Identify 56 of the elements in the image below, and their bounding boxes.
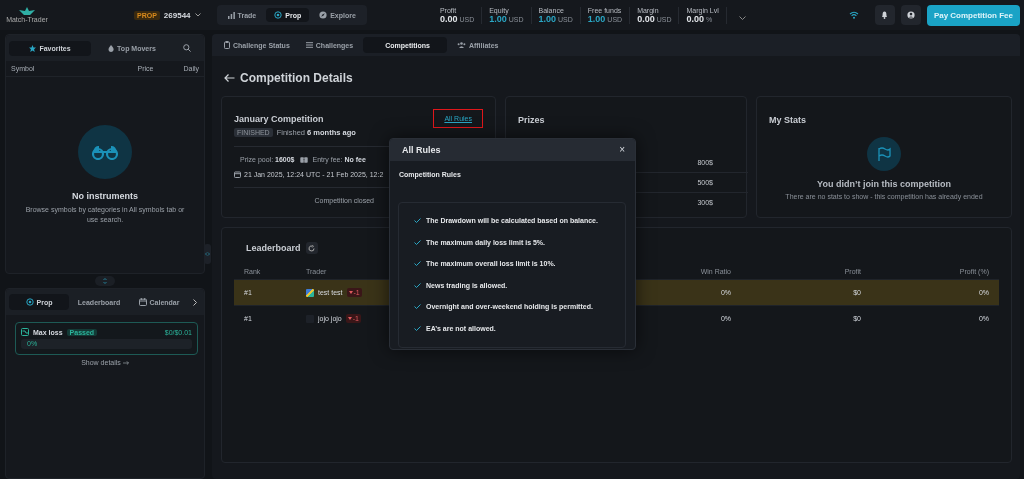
check-icon bbox=[414, 218, 421, 224]
page-title: Competition Details bbox=[240, 71, 353, 85]
resize-handle[interactable] bbox=[95, 276, 115, 286]
binoculars-icon bbox=[91, 144, 119, 161]
check-icon bbox=[414, 261, 421, 267]
clipboard-icon bbox=[224, 41, 230, 49]
card-title: My Stats bbox=[769, 115, 806, 125]
chart-icon bbox=[21, 328, 29, 336]
chevron-down-icon bbox=[738, 16, 746, 20]
card-title: Prizes bbox=[518, 115, 545, 125]
refresh-button[interactable] bbox=[305, 242, 318, 254]
check-icon bbox=[414, 325, 421, 331]
chevron-down-icon bbox=[194, 13, 201, 17]
card-title: Leaderboard bbox=[246, 243, 301, 253]
stat-value: 0.00 bbox=[686, 13, 704, 24]
flag-icon bbox=[877, 147, 891, 161]
bar-chart-icon bbox=[227, 11, 235, 19]
arrow-left-icon bbox=[223, 74, 235, 82]
stat-value: 1.00 bbox=[489, 13, 507, 24]
stat-value: 0.00 bbox=[439, 13, 458, 24]
avatar-icon bbox=[306, 288, 314, 297]
logo-icon bbox=[19, 7, 35, 16]
stat-value: 1.00 bbox=[587, 13, 606, 24]
check-icon bbox=[414, 282, 421, 288]
check-icon bbox=[414, 239, 421, 245]
collapse-handle[interactable] bbox=[204, 244, 211, 264]
calendar-icon bbox=[138, 298, 147, 306]
refresh-icon bbox=[308, 244, 315, 252]
list-icon bbox=[305, 42, 313, 48]
down-arrow-icon bbox=[348, 291, 353, 294]
search-icon bbox=[183, 44, 191, 52]
profile-button[interactable] bbox=[900, 5, 921, 25]
notifications-button[interactable] bbox=[874, 5, 895, 25]
stat-value: 0.00 bbox=[637, 13, 655, 24]
target-icon bbox=[274, 11, 283, 19]
people-icon bbox=[456, 42, 466, 48]
star-icon bbox=[29, 44, 37, 52]
bell-icon bbox=[881, 11, 889, 19]
check-icon bbox=[414, 304, 421, 310]
stats-heading: You didn’t join this competition bbox=[817, 179, 951, 189]
arrows-icon bbox=[205, 252, 210, 256]
close-button[interactable]: × bbox=[619, 145, 625, 155]
calendar-icon bbox=[234, 171, 241, 178]
user-icon bbox=[906, 11, 915, 19]
account-number[interactable]: 269544 bbox=[163, 10, 191, 20]
competition-name: January Competition bbox=[234, 113, 324, 124]
target-icon bbox=[25, 298, 34, 306]
wifi-icon bbox=[848, 11, 859, 19]
empty-title: No instruments bbox=[72, 191, 138, 202]
down-arrow-icon bbox=[347, 317, 352, 320]
stat-value: 1.00 bbox=[538, 13, 557, 24]
arrow-right-icon bbox=[122, 360, 129, 365]
compass-icon bbox=[319, 11, 328, 19]
updown-icon bbox=[103, 278, 107, 284]
chevron-right-icon bbox=[193, 298, 197, 306]
dialog-title: All Rules bbox=[402, 145, 441, 155]
